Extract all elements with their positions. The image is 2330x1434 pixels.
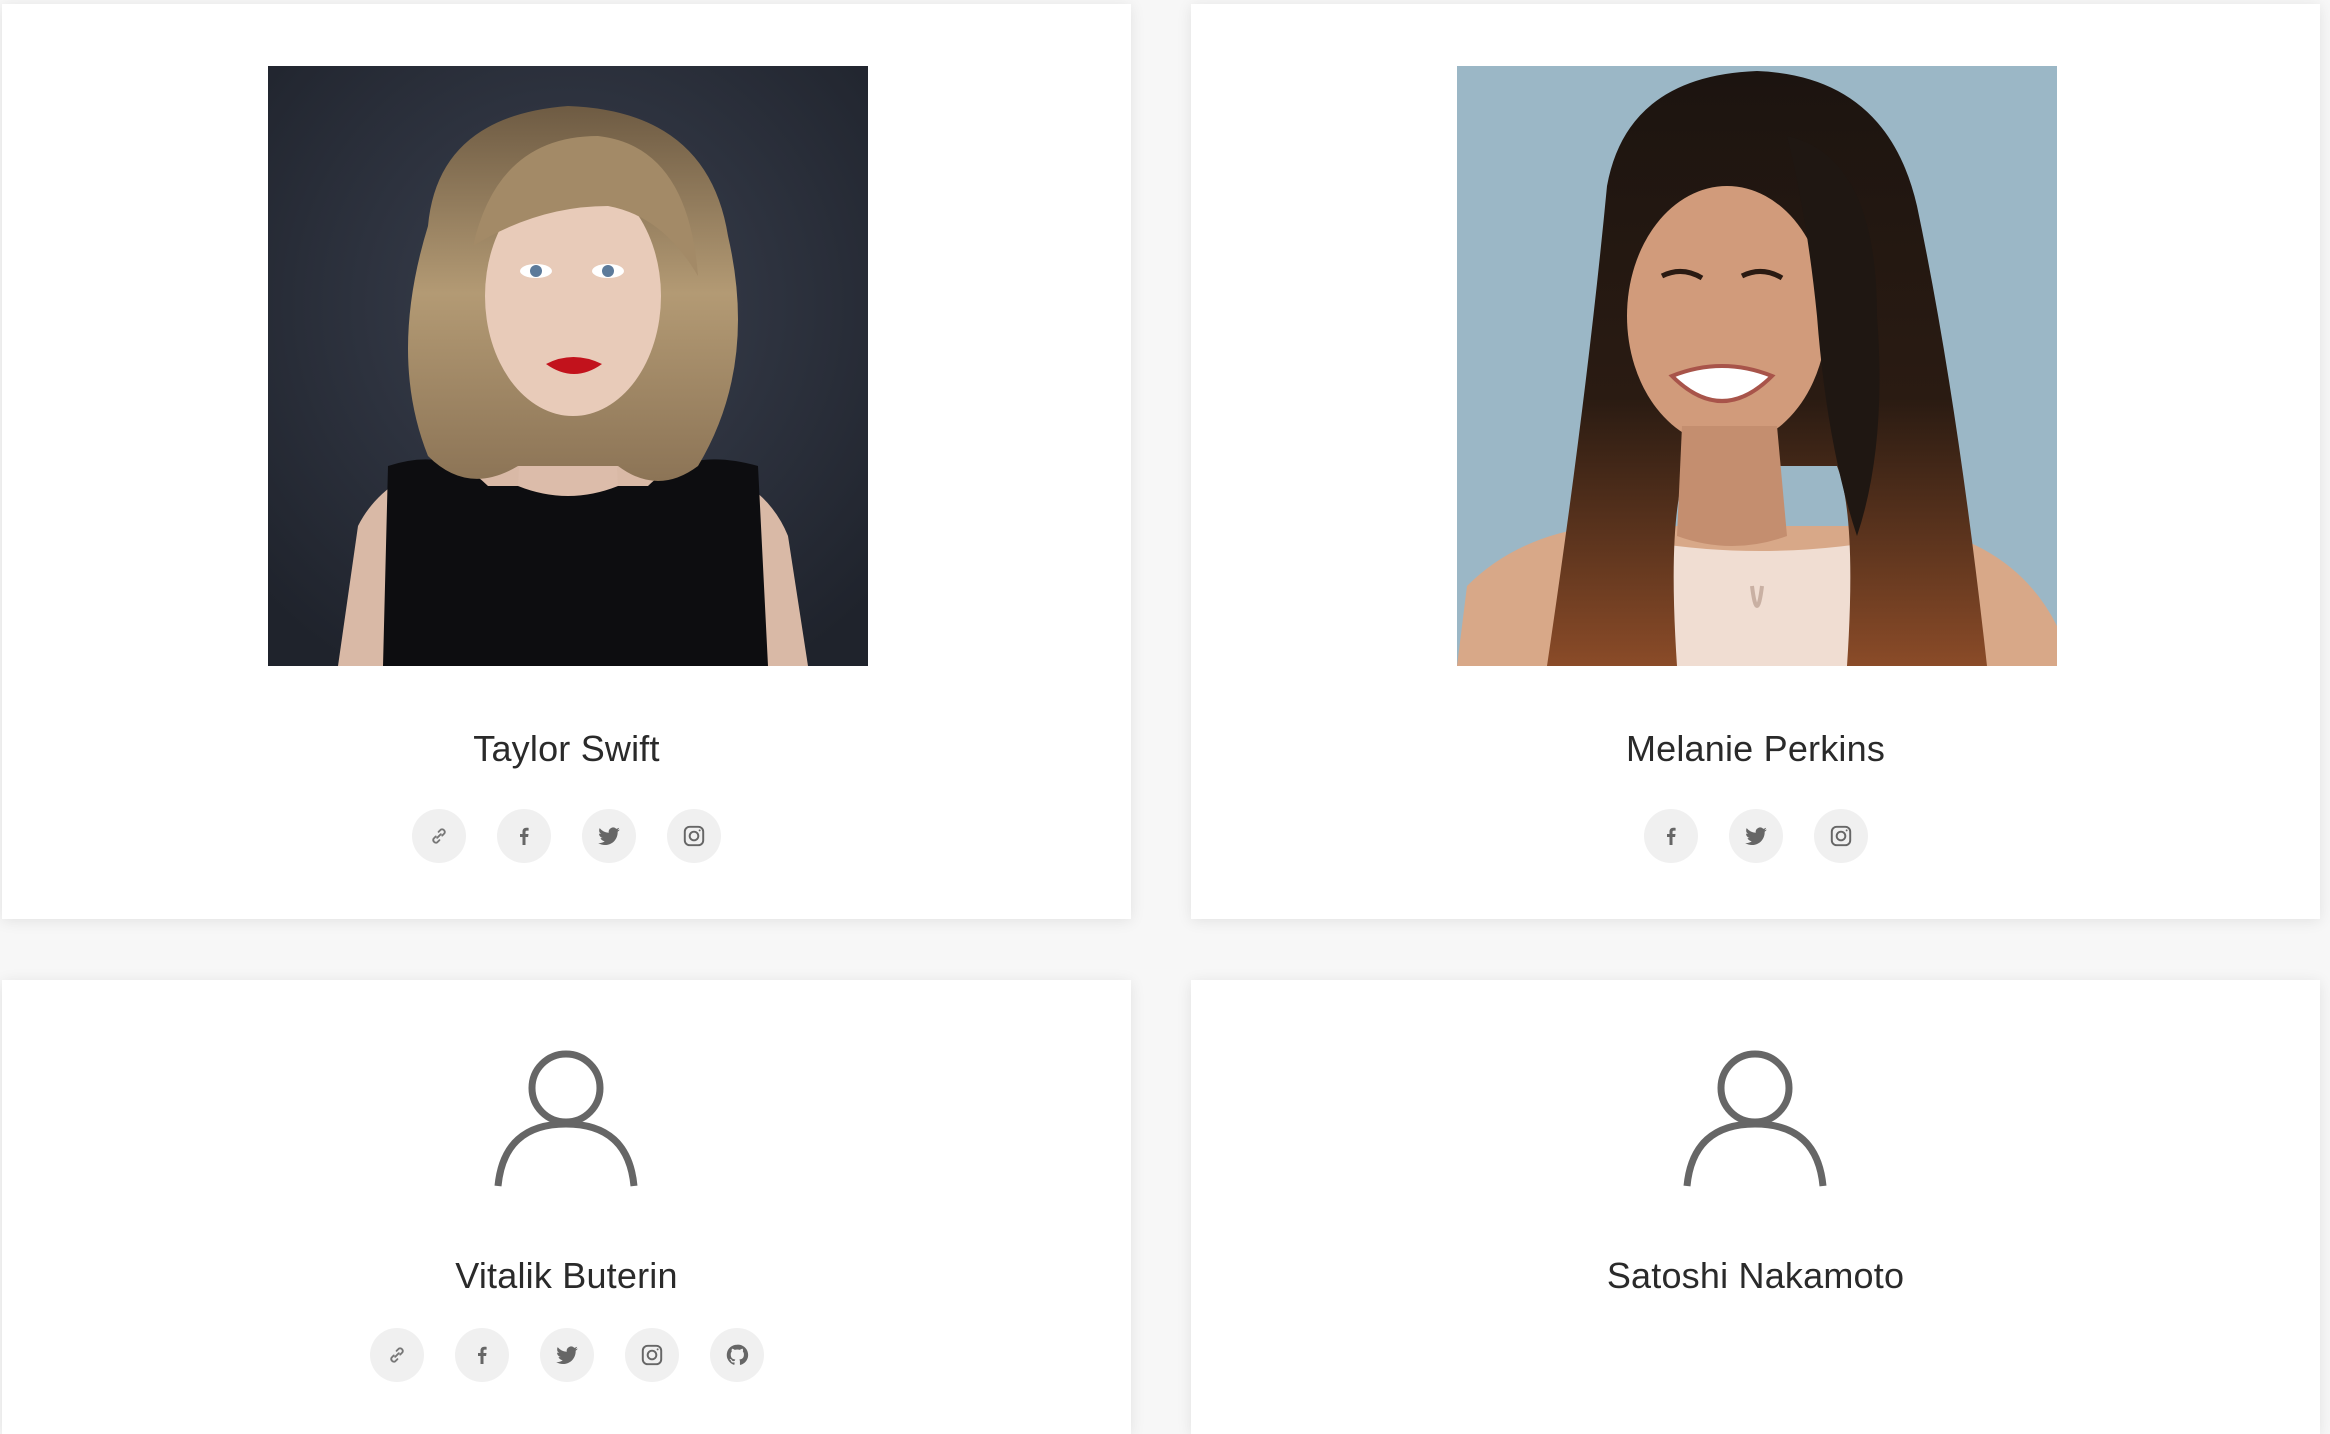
- social-links: [2, 1328, 1131, 1382]
- user-placeholder-icon: [494, 1048, 638, 1188]
- github-icon[interactable]: [709, 1328, 764, 1382]
- member-name: Melanie Perkins: [1625, 728, 1886, 769]
- facebook-icon[interactable]: [454, 1328, 509, 1382]
- member-photo: [1457, 66, 2057, 666]
- member-name: Satoshi Nakamoto: [1606, 1255, 1905, 1296]
- instagram-icon[interactable]: [1813, 809, 1868, 863]
- instagram-icon[interactable]: [667, 809, 721, 863]
- social-links: [2, 809, 1131, 863]
- user-placeholder-icon: [1683, 1048, 1827, 1188]
- twitter-icon[interactable]: [539, 1328, 594, 1382]
- link-icon[interactable]: [369, 1328, 424, 1382]
- social-links: [1191, 809, 2320, 863]
- link-icon[interactable]: [412, 809, 466, 863]
- instagram-icon[interactable]: [624, 1328, 679, 1382]
- twitter-icon[interactable]: [582, 809, 636, 863]
- member-name: Taylor Swift: [473, 728, 660, 769]
- member-photo: [268, 66, 868, 666]
- facebook-icon[interactable]: [497, 809, 551, 863]
- member-name: Vitalik Buterin: [455, 1255, 678, 1296]
- team-card-taylor-swift: Taylor Swift: [2, 4, 1131, 919]
- facebook-icon[interactable]: [1643, 809, 1698, 863]
- team-grid: Taylor Swift Melanie Perkins Vitalik But…: [0, 0, 2330, 1434]
- team-card-melanie-perkins: Melanie Perkins: [1191, 4, 2320, 919]
- twitter-icon[interactable]: [1728, 809, 1783, 863]
